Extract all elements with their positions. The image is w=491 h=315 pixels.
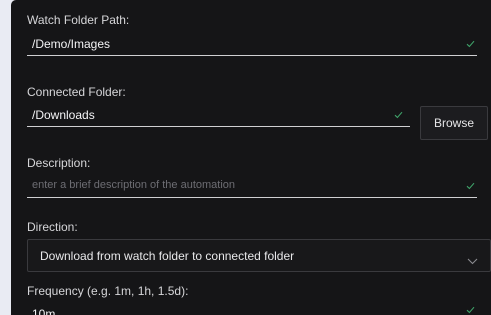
description-field[interactable]: enter a brief description of the automat…	[27, 175, 477, 198]
check-icon	[394, 111, 403, 119]
watch-folder-field[interactable]: /Demo/Images	[27, 33, 477, 56]
connected-folder-field[interactable]: /Downloads	[27, 104, 410, 127]
check-icon	[466, 182, 475, 190]
watch-folder-value: /Demo/Images	[32, 37, 111, 51]
watch-folder-label: Watch Folder Path:	[27, 13, 130, 27]
check-icon	[466, 40, 475, 48]
check-icon	[466, 306, 475, 314]
frequency-label: Frequency (e.g. 1m, 1h, 1.5d):	[27, 284, 189, 298]
frequency-value: 10m	[32, 307, 56, 315]
connected-folder-label: Connected Folder:	[27, 85, 126, 99]
description-placeholder: enter a brief description of the automat…	[32, 179, 236, 191]
direction-label: Direction:	[27, 220, 78, 234]
browse-button[interactable]: Browse	[420, 106, 488, 140]
direction-selected-value: Download from watch folder to connected …	[40, 249, 295, 263]
direction-select[interactable]: Download from watch folder to connected …	[27, 239, 491, 272]
chevron-down-icon	[467, 252, 478, 270]
connected-folder-value: /Downloads	[32, 108, 95, 122]
frequency-field[interactable]: 10m	[27, 301, 477, 315]
description-label: Description:	[27, 156, 91, 170]
automation-form-panel: Watch Folder Path: /Demo/Images Connecte…	[11, 0, 491, 315]
